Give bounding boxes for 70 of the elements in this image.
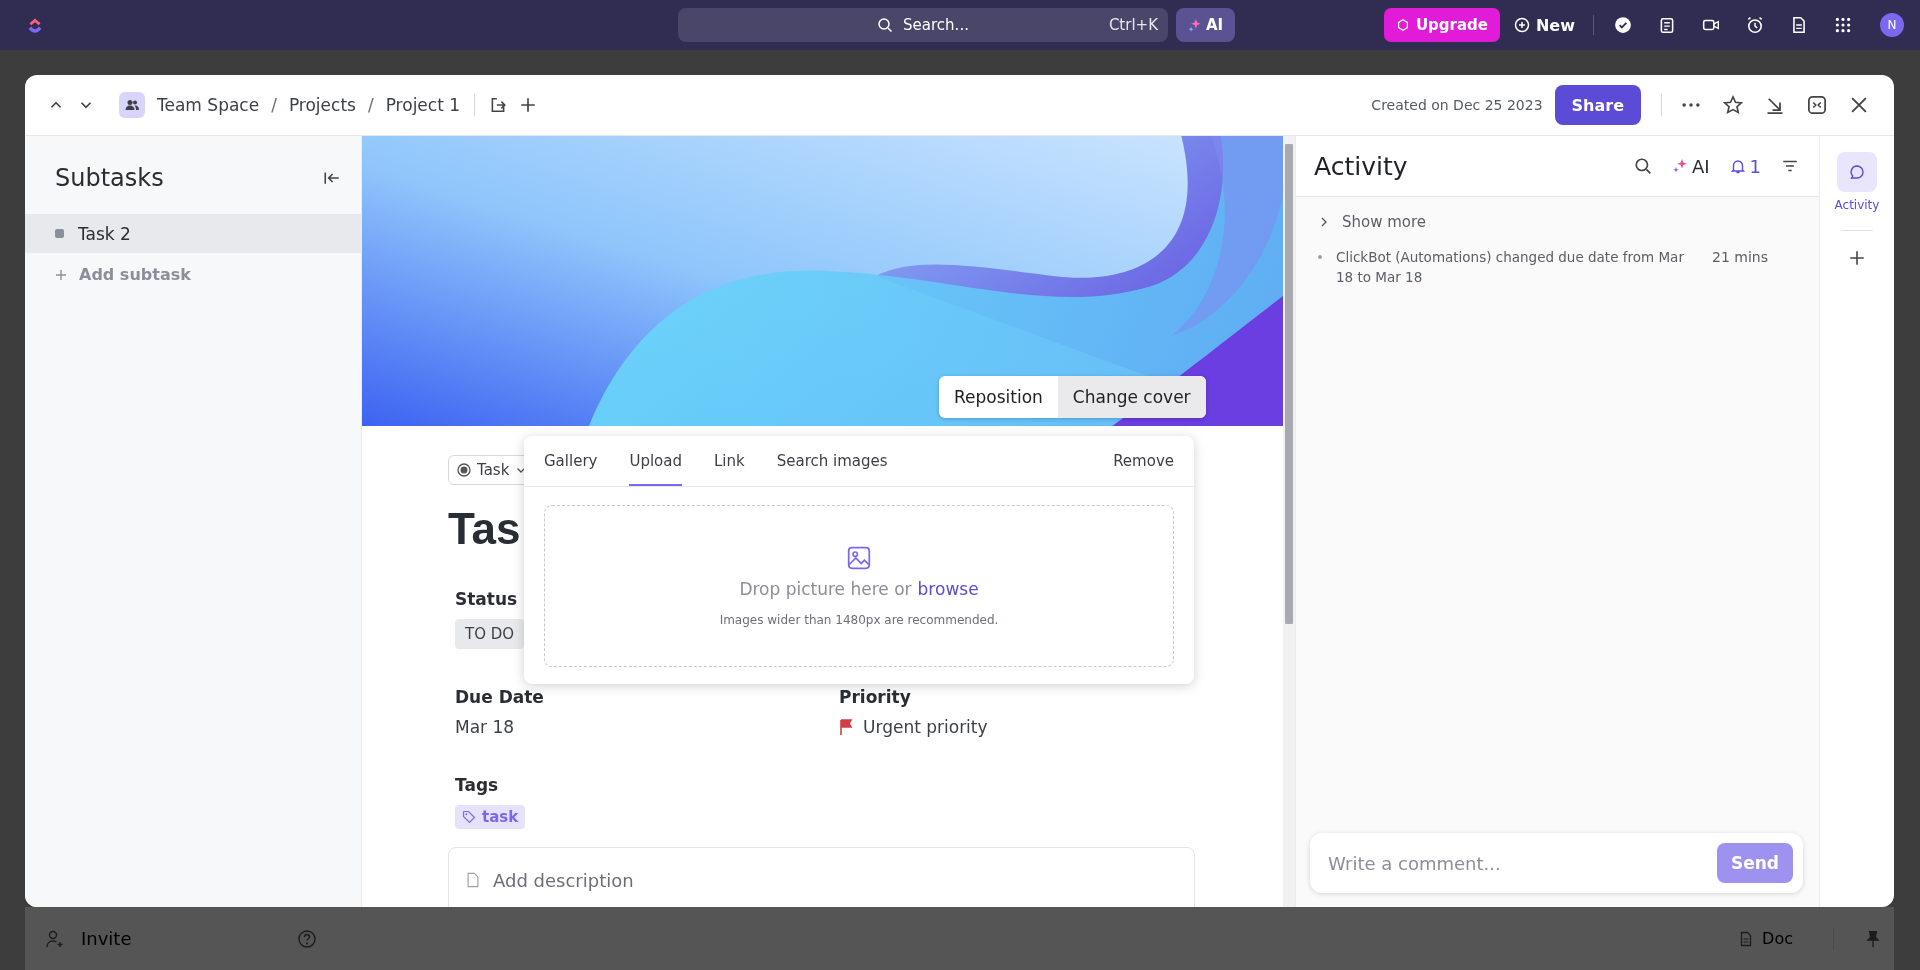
layout-toggle-icon[interactable] bbox=[1807, 95, 1827, 115]
cover-button[interactable]: Change cover bbox=[1057, 376, 1206, 418]
status-badge[interactable]: TO DO bbox=[455, 619, 525, 649]
breadcrumb-link[interactable]: Projects bbox=[288, 95, 356, 115]
created-date: Created on Dec 25 2023 bbox=[1371, 97, 1543, 113]
notifications-button[interactable]: 1 bbox=[1729, 155, 1761, 177]
breadcrumb-separator: / bbox=[271, 95, 277, 115]
upgrade-button[interactable]: Upgrade bbox=[1383, 8, 1500, 42]
hexagon-icon bbox=[1395, 18, 1410, 32]
popup-tab[interactable]: Gallery bbox=[544, 436, 598, 486]
popup-tab[interactable]: Search images bbox=[776, 436, 888, 486]
plus-icon[interactable] bbox=[1848, 249, 1866, 267]
speech-bubble-icon bbox=[1849, 164, 1865, 180]
share-out-icon[interactable] bbox=[489, 96, 508, 114]
sparkle-icon bbox=[1671, 158, 1688, 174]
image-icon bbox=[846, 545, 872, 571]
search-placeholder: Search... bbox=[903, 16, 969, 34]
show-more-button[interactable]: Show more bbox=[1318, 213, 1801, 231]
field-label: Tags bbox=[455, 775, 499, 795]
field-label: Priority bbox=[839, 687, 911, 707]
cover-button[interactable]: Reposition bbox=[939, 376, 1058, 418]
drop-zone[interactable]: Drop picture here or browse Images wider than 1480px are recommended. bbox=[544, 505, 1174, 667]
share-button[interactable]: Share bbox=[1554, 85, 1641, 125]
new-button[interactable]: New bbox=[1513, 15, 1575, 35]
activity-entry: ClickBot (Automations) changed due date from Mar 18 to Mar 18 bbox=[1336, 248, 1685, 287]
star-icon[interactable] bbox=[1723, 95, 1743, 115]
sparkle-icon bbox=[1188, 18, 1202, 32]
search-field[interactable]: Search... Ctrl+K bbox=[678, 8, 1168, 42]
due-date-value[interactable]: Mar 18 bbox=[455, 717, 515, 737]
ai-button[interactable]: AI bbox=[1176, 8, 1236, 42]
document-icon bbox=[465, 872, 481, 888]
drop-text: Drop picture here or bbox=[739, 579, 912, 599]
priority-value[interactable]: Urgent priority bbox=[863, 717, 988, 737]
image-size-hint: Images wider than 1480px are recommended. bbox=[719, 613, 999, 627]
close-icon[interactable] bbox=[1849, 95, 1869, 115]
activity-time: 21 mins bbox=[1712, 248, 1768, 267]
people-icon bbox=[119, 92, 145, 118]
check-circle-icon[interactable] bbox=[1614, 16, 1632, 34]
popup-tab[interactable]: Link bbox=[714, 436, 745, 486]
activity-title: Activity bbox=[1314, 151, 1408, 181]
alarm-clock-icon[interactable] bbox=[1746, 16, 1764, 34]
browse-link[interactable]: browse bbox=[917, 579, 979, 599]
remove-button[interactable]: Remove bbox=[1113, 436, 1174, 486]
search-icon[interactable] bbox=[1633, 157, 1652, 175]
shortcut-hint: Ctrl+K bbox=[1108, 16, 1158, 34]
apps-grid-icon[interactable] bbox=[1834, 16, 1852, 34]
ai-button[interactable]: AI bbox=[1671, 155, 1710, 177]
popup-tab[interactable]: Upload bbox=[629, 436, 682, 486]
bell-icon bbox=[1729, 158, 1746, 174]
search-icon bbox=[877, 17, 894, 33]
plus-circle-icon bbox=[1513, 17, 1530, 33]
breadcrumb-separator: / bbox=[367, 95, 374, 115]
add-user-icon bbox=[45, 928, 65, 949]
minimize-icon[interactable] bbox=[1765, 95, 1785, 115]
radio-circle-icon bbox=[457, 463, 471, 477]
subtask-item[interactable]: Task 2 bbox=[25, 214, 361, 253]
user-avatar[interactable]: N bbox=[1880, 13, 1904, 37]
scrollbar-thumb[interactable] bbox=[1285, 144, 1293, 624]
plus-icon[interactable] bbox=[519, 96, 538, 114]
notepad-icon[interactable] bbox=[1658, 16, 1676, 34]
document-icon[interactable] bbox=[1790, 16, 1808, 34]
field-label: Due Date bbox=[455, 687, 544, 707]
task-title: Tas bbox=[448, 503, 521, 555]
breadcrumb-link[interactable]: Team Space bbox=[157, 95, 260, 115]
plus-icon bbox=[55, 268, 67, 281]
breadcrumb-link[interactable]: Project 1 bbox=[385, 95, 461, 115]
tag-icon bbox=[462, 810, 476, 824]
subtasks-title: Subtasks bbox=[55, 164, 164, 192]
collapse-icon[interactable] bbox=[323, 169, 341, 187]
field-label: Status bbox=[455, 589, 518, 609]
